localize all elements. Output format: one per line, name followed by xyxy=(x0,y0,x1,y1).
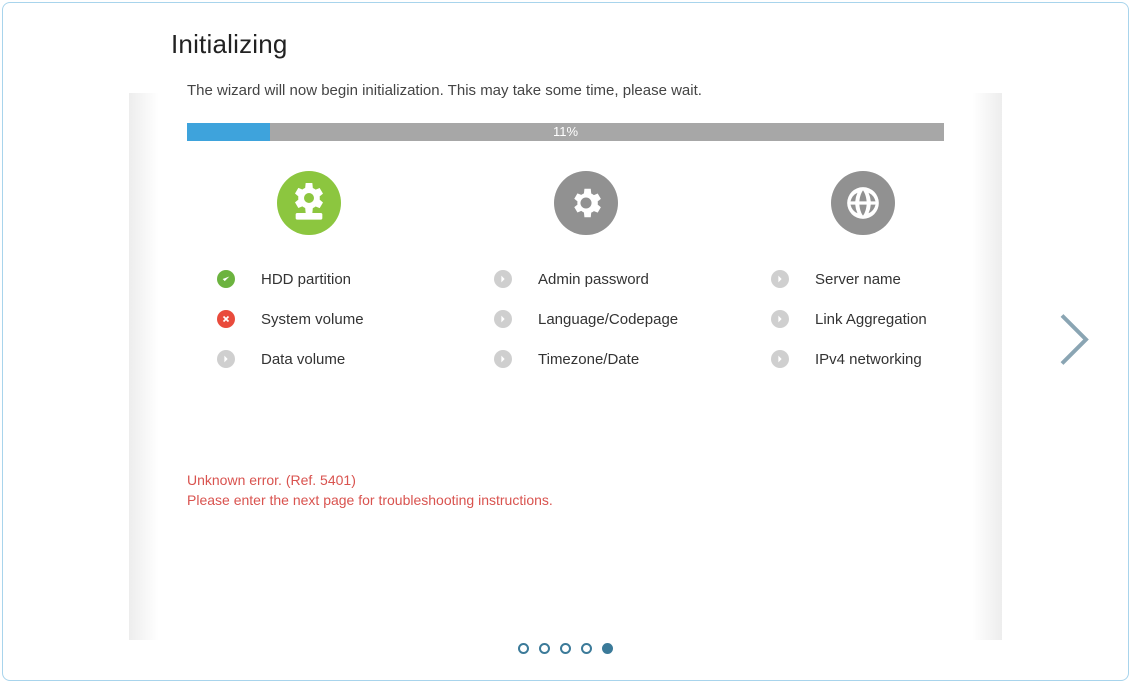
page-subtitle: The wizard will now begin initialization… xyxy=(3,60,1128,99)
task-row: System volume xyxy=(187,299,454,339)
task-row: Data volume xyxy=(187,339,454,379)
task-row: Admin password xyxy=(464,259,731,299)
chevron-right-icon xyxy=(1056,309,1092,369)
task-row: Server name xyxy=(741,259,1008,299)
check-icon xyxy=(217,270,235,288)
wizard-frame: Initializing The wizard will now begin i… xyxy=(2,2,1129,681)
storage-gear-icon xyxy=(277,171,341,235)
error-line-1: Unknown error. (Ref. 5401) xyxy=(187,471,1128,491)
task-label: Link Aggregation xyxy=(815,311,927,328)
task-label: IPv4 networking xyxy=(815,351,922,368)
globe-icon xyxy=(831,171,895,235)
chevron-right-icon xyxy=(494,350,512,368)
chevron-right-icon xyxy=(771,350,789,368)
task-columns: HDD partition System volume Data volume xyxy=(187,171,1008,379)
progress-label: 11% xyxy=(187,123,944,141)
chevron-right-icon xyxy=(217,350,235,368)
task-label: Server name xyxy=(815,271,901,288)
error-icon xyxy=(217,310,235,328)
error-message: Unknown error. (Ref. 5401) Please enter … xyxy=(187,471,1128,510)
task-label: Admin password xyxy=(538,271,649,288)
task-label: Data volume xyxy=(261,351,345,368)
pager-dot-1[interactable] xyxy=(518,643,529,654)
task-row: Language/Codepage xyxy=(464,299,731,339)
task-label: HDD partition xyxy=(261,271,351,288)
task-row: Timezone/Date xyxy=(464,339,731,379)
task-row: HDD partition xyxy=(187,259,454,299)
progress-bar: 11% xyxy=(187,123,944,141)
pager-dot-5[interactable] xyxy=(602,643,613,654)
task-label: System volume xyxy=(261,311,364,328)
task-label: Timezone/Date xyxy=(538,351,639,368)
task-row: Link Aggregation xyxy=(741,299,1008,339)
task-label: Language/Codepage xyxy=(538,311,678,328)
settings-gear-icon xyxy=(554,171,618,235)
chevron-right-icon xyxy=(771,310,789,328)
pager-dot-4[interactable] xyxy=(581,643,592,654)
error-line-2: Please enter the next page for troublesh… xyxy=(187,491,1128,511)
column-storage: HDD partition System volume Data volume xyxy=(187,171,454,379)
page-indicator xyxy=(3,643,1128,654)
content-area: Initializing The wizard will now begin i… xyxy=(3,3,1128,510)
page-title: Initializing xyxy=(3,29,1128,60)
task-row: IPv4 networking xyxy=(741,339,1008,379)
column-network: Server name Link Aggregation IPv4 networ… xyxy=(741,171,1008,379)
chevron-right-icon xyxy=(494,310,512,328)
pager-dot-3[interactable] xyxy=(560,643,571,654)
pager-dot-2[interactable] xyxy=(539,643,550,654)
column-system: Admin password Language/Codepage Timezon… xyxy=(464,171,731,379)
chevron-right-icon xyxy=(771,270,789,288)
next-button[interactable] xyxy=(1056,309,1092,374)
progress-track: 11% xyxy=(187,123,944,141)
chevron-right-icon xyxy=(494,270,512,288)
